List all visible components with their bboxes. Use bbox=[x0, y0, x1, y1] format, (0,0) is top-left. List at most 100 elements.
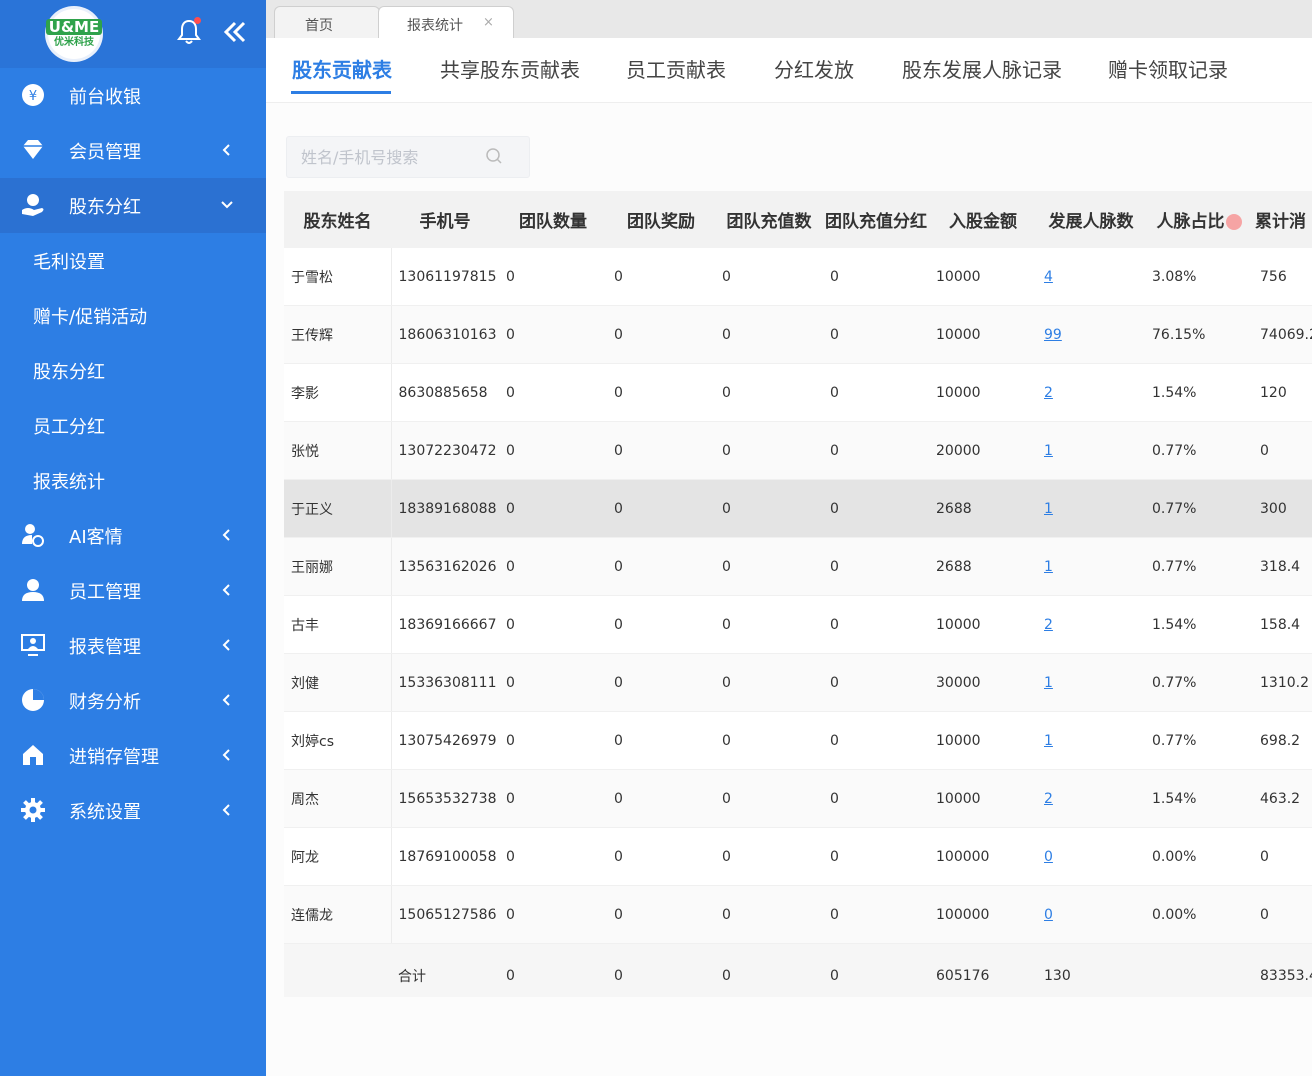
subtab-employee-contribution[interactable]: 员工贡献表 bbox=[626, 54, 726, 83]
table-cell: 0 bbox=[607, 827, 715, 886]
table-cell: 698.2 bbox=[1253, 711, 1312, 770]
column-header[interactable]: 团队奖励 bbox=[607, 191, 715, 248]
chevron-down-icon bbox=[221, 201, 233, 209]
sidebar-item-label: 报表管理 bbox=[69, 637, 141, 658]
table-cell: 15653532738 bbox=[391, 769, 499, 828]
sidebar-item-label: 股东分红 bbox=[69, 197, 141, 218]
column-header[interactable]: 股东姓名 bbox=[284, 191, 391, 248]
sidebar-subitem-report-stats[interactable]: 报表统计 bbox=[0, 453, 266, 508]
column-header-with-help[interactable]: 人脉占比 bbox=[1145, 191, 1253, 248]
network-count-link[interactable]: 1 bbox=[1044, 501, 1053, 517]
table-cell: 0 bbox=[499, 363, 607, 422]
subtab-shareholder-contribution[interactable]: 股东贡献表 bbox=[292, 54, 392, 83]
sidebar-item-settings[interactable]: 系统设置 bbox=[0, 783, 266, 838]
sidebar-item-inventory[interactable]: 进销存管理 bbox=[0, 728, 266, 783]
subtab-network-records[interactable]: 股东发展人脉记录 bbox=[902, 54, 1062, 83]
subtab-shared-shareholder-contribution[interactable]: 共享股东贡献表 bbox=[440, 54, 580, 83]
table-cell: 0 bbox=[499, 827, 607, 886]
table-row[interactable]: 张悦 13072230472 0 0 0 0 20000 1 0.77% 0 bbox=[284, 421, 1312, 480]
column-header[interactable]: 团队充值分红 bbox=[823, 191, 929, 248]
sidebar-subitem-promotion[interactable]: 赠卡/促销活动 bbox=[0, 288, 266, 343]
sidebar-subitem-label: 员工分红 bbox=[33, 417, 105, 438]
subtab-gift-card-records[interactable]: 赠卡领取记录 bbox=[1108, 54, 1228, 83]
table-row[interactable]: 于正义 18389168088 0 0 0 0 2688 1 0.77% 300 bbox=[284, 479, 1312, 538]
table-row[interactable]: 李影 8630885658 0 0 0 0 10000 2 1.54% 120 bbox=[284, 363, 1312, 422]
table-cell: 0.77% bbox=[1145, 421, 1253, 480]
sidebar-subitem-gross-profit[interactable]: 毛利设置 bbox=[0, 233, 266, 288]
network-count-link[interactable]: 2 bbox=[1044, 791, 1053, 807]
search-icon[interactable] bbox=[485, 147, 503, 165]
search-input[interactable] bbox=[299, 145, 483, 169]
sidebar-item-members[interactable]: 会员管理 bbox=[0, 123, 266, 178]
table-row[interactable]: 连儒龙 15065127586 0 0 0 0 100000 0 0.00% 0 bbox=[284, 885, 1312, 944]
table-cell: 0 bbox=[607, 479, 715, 538]
column-header[interactable]: 累计消 bbox=[1253, 191, 1312, 248]
sidebar-subitem-employee-dividend[interactable]: 员工分红 bbox=[0, 398, 266, 453]
network-count-link[interactable]: 1 bbox=[1044, 733, 1053, 749]
sidebar-item-employees[interactable]: 员工管理 bbox=[0, 563, 266, 618]
cell-network-count: 1 bbox=[1037, 421, 1145, 480]
sidebar-item-reports[interactable]: 报表管理 bbox=[0, 618, 266, 673]
column-header[interactable]: 发展人脉数 bbox=[1037, 191, 1145, 248]
subtab-dividend-payout[interactable]: 分红发放 bbox=[774, 54, 854, 83]
table-cell: 318.4 bbox=[1253, 537, 1312, 596]
table-row[interactable]: 王传辉186063101630000100009976.15%74069.2 bbox=[284, 305, 1312, 364]
table-cell: 13061197815 bbox=[391, 248, 499, 306]
sidebar-item-label: 进销存管理 bbox=[69, 747, 159, 768]
sidebar-subitem-shareholder-dividend[interactable]: 股东分红 bbox=[0, 343, 266, 398]
column-header[interactable]: 团队充值数 bbox=[715, 191, 823, 248]
network-count-link[interactable]: 2 bbox=[1044, 385, 1053, 401]
table-row[interactable]: 古丰 18369166667 0 0 0 0 10000 2 1.54% 158.4 bbox=[284, 595, 1312, 654]
column-header[interactable]: 团队数量 bbox=[499, 191, 607, 248]
table-total-row: 合计000060517613083353.4 bbox=[284, 943, 1312, 997]
network-count-link[interactable]: 4 bbox=[1044, 269, 1053, 285]
table-cell: 李影 bbox=[284, 363, 392, 422]
network-count-link[interactable]: 99 bbox=[1044, 327, 1062, 343]
table-cell: 10000 bbox=[929, 248, 1037, 306]
network-count-link[interactable]: 1 bbox=[1044, 559, 1053, 575]
collapse-sidebar-icon[interactable] bbox=[222, 18, 248, 46]
help-icon[interactable] bbox=[1225, 214, 1242, 230]
sidebar-item-ai-customer[interactable]: AI客情 bbox=[0, 508, 266, 563]
table-cell: 王丽娜 bbox=[284, 537, 392, 596]
chevron-left-icon bbox=[222, 529, 230, 541]
column-header[interactable]: 入股金额 bbox=[929, 191, 1037, 248]
table-cell: 1.54% bbox=[1145, 363, 1253, 422]
brand-logo[interactable]: U&ME 优米科技 bbox=[45, 6, 103, 62]
sidebar-item-cashier[interactable]: ¥ 前台收银 bbox=[0, 68, 266, 123]
close-tab-icon[interactable]: × bbox=[483, 15, 494, 30]
cell-network-count: 0 bbox=[1037, 885, 1145, 944]
contribution-table: 股东姓名 手机号 团队数量 团队奖励 团队充值数 团队充值分红 入股金额 发展人… bbox=[284, 191, 1312, 997]
chevron-left-icon bbox=[222, 804, 230, 816]
table-cell: 0.77% bbox=[1145, 711, 1253, 770]
table-cell: 300 bbox=[1253, 479, 1312, 538]
total-cell: 605176 bbox=[929, 943, 1037, 997]
active-subtab-indicator bbox=[291, 91, 391, 94]
network-count-link[interactable]: 1 bbox=[1044, 675, 1053, 691]
table-cell: 0 bbox=[823, 479, 929, 538]
network-count-link[interactable]: 0 bbox=[1044, 849, 1053, 865]
sidebar-item-shareholder-dividend[interactable]: 股东分红 bbox=[0, 178, 266, 233]
page-tab-bar: 首页 报表统计 × bbox=[266, 0, 1312, 39]
tab-report-stats[interactable]: 报表统计 × bbox=[378, 6, 514, 39]
column-header[interactable]: 手机号 bbox=[391, 191, 499, 248]
table-row[interactable]: 周杰 15653532738 0 0 0 0 10000 2 1.54% 463.2 bbox=[284, 769, 1312, 828]
table-row[interactable]: 于雪松 13061197815 0 0 0 0 10000 4 3.08% 756 bbox=[284, 248, 1312, 306]
table-row[interactable]: 阿龙 18769100058 0 0 0 0 100000 0 0.00% 0 bbox=[284, 827, 1312, 886]
sidebar-subitem-label: 赠卡/促销活动 bbox=[33, 307, 148, 328]
table-row[interactable]: 刘健 15336308111 0 0 0 0 30000 1 0.77% 1310.2 bbox=[284, 653, 1312, 712]
tab-home[interactable]: 首页 bbox=[274, 6, 380, 39]
table-row[interactable]: 王丽娜 13563162026 0 0 0 0 2688 1 0.77% 318.4 bbox=[284, 537, 1312, 596]
total-cell: 130 bbox=[1037, 943, 1145, 997]
table-cell: 10000 bbox=[929, 711, 1037, 770]
network-count-link[interactable]: 2 bbox=[1044, 617, 1053, 633]
network-count-link[interactable]: 0 bbox=[1044, 907, 1053, 923]
sidebar-item-finance[interactable]: 财务分析 bbox=[0, 673, 266, 728]
sidebar-subitem-label: 报表统计 bbox=[33, 472, 105, 493]
network-count-link[interactable]: 1 bbox=[1044, 443, 1053, 459]
table-cell: 0 bbox=[715, 479, 823, 538]
table-row[interactable]: 刘婷cs 13075426979 0 0 0 0 10000 1 0.77% 698.2 bbox=[284, 711, 1312, 770]
table-cell: 0 bbox=[715, 885, 823, 944]
report-subtabs: 股东贡献表 共享股东贡献表 员工贡献表 分红发放 股东发展人脉记录 赠卡领取记录 bbox=[266, 38, 1312, 103]
table-cell: 0 bbox=[607, 363, 715, 422]
